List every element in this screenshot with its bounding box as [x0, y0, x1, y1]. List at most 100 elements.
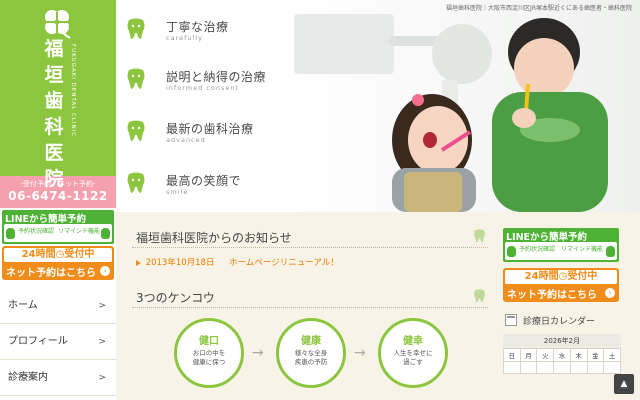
tooth-mascot-icon: [606, 246, 615, 257]
kenkou-circles: 健口 お口の中を 健康に保つ → 健康 様々な全身 疾患の予防 → 健幸 人生を…: [132, 318, 488, 400]
news-date: 2013年10月18日: [145, 258, 215, 268]
calendar-day-cell: [536, 361, 555, 374]
tooth-icon: [474, 289, 485, 303]
arrow-right-icon: ›: [605, 288, 615, 298]
weekday-wed: 水: [553, 348, 571, 362]
tooth-mascot-icon: [101, 228, 110, 239]
clinic-logo[interactable]: 福 垣 歯 科 医 院 FUKUGAKI DENTAL CLINIC: [0, 0, 116, 190]
circle-desc-line: 様々な全身: [294, 349, 328, 357]
tooth-icon: [127, 120, 145, 141]
chevron-right-icon: >: [98, 337, 106, 347]
side-nav: ホーム > プロフィール > 診療案内 >: [0, 288, 116, 396]
calendar-month: 2026年2月: [503, 334, 621, 348]
logo-char: 院: [44, 168, 64, 190]
logo-char: 福: [44, 38, 64, 60]
line-reservation-banner-right[interactable]: LINEから簡単予約 予約状況確認 リマインド機能: [503, 228, 619, 262]
news-header: 福垣歯科医院からのお知らせ: [132, 226, 488, 248]
scroll-to-top-button[interactable]: ▲: [614, 374, 634, 394]
right-column: LINEから簡単予約 予約状況確認 リマインド機能 24時間◷受付中 ネット予約…: [503, 228, 623, 374]
tooth-icon: [127, 172, 145, 193]
weekday-sun: 日: [503, 348, 521, 362]
logo-char: 科: [44, 116, 64, 138]
tooth-mascot-icon: [6, 228, 15, 239]
calendar-day-cell: [569, 361, 588, 374]
news-text: ホームページリニューアル！: [229, 258, 339, 268]
calendar-day-cell: [553, 361, 571, 374]
kenkou-header: 3つのケンコウ: [132, 286, 488, 308]
net-banner-top: 24時間◷受付中: [505, 270, 617, 284]
feature-subtitle: carefully: [166, 34, 203, 42]
hero-photo-children-brushing: [292, 0, 640, 212]
circle-desc-line: 疾患の予防: [294, 358, 328, 366]
news-section: 福垣歯科医院からのお知らせ 2013年10月18日 ホームページリニューアル！: [132, 226, 488, 272]
logo-char: 垣: [44, 64, 64, 86]
chevron-right-icon: >: [98, 373, 106, 383]
clinic-name-roman: FUKUGAKI DENTAL CLINIC: [70, 44, 76, 138]
line-banner-title: LINEから簡単予約: [5, 214, 87, 225]
weekday-fri: 金: [586, 348, 605, 362]
nav-item-label: プロフィール: [8, 336, 68, 347]
nav-item-label: ホーム: [8, 300, 38, 311]
calendar-day-cell: [586, 361, 605, 374]
sidebar: 福 垣 歯 科 医 院 FUKUGAKI DENTAL CLINIC -受付予約…: [0, 0, 116, 400]
nav-item-home[interactable]: ホーム >: [0, 288, 116, 324]
feature-title: 最新の歯科治療: [166, 122, 254, 136]
arrow-right-icon: →: [252, 345, 264, 361]
logo-char: 歯: [44, 90, 64, 112]
weekday-thu: 木: [569, 348, 588, 362]
calendar-day-cell: [503, 361, 521, 374]
clinic-calendar: 2026年2月 日 月 火 水 木 金 土: [503, 334, 621, 374]
feature-title: 説明と納得の治療: [166, 70, 267, 84]
weekday-sat: 土: [603, 348, 621, 362]
calendar-icon: [505, 314, 517, 326]
calendar-weekday-row: 日 月 火 水 木 金 土: [503, 348, 621, 362]
kenkou-heading: 3つのケンコウ: [136, 291, 215, 305]
net-banner-bottom: ネット予約はこちら: [6, 268, 96, 279]
calendar-day-cell: [519, 361, 538, 374]
kenkou-circle-mouth: 健口 お口の中を 健康に保つ: [174, 318, 244, 388]
kenkou-section: 3つのケンコウ 健口 お口の中を 健康に保つ → 健康 様々な全身 疾患の予防 …: [132, 286, 488, 400]
chevron-right-icon: >: [98, 301, 106, 311]
tooth-mascot-icon: [507, 246, 516, 257]
feature-subtitle: smile: [166, 188, 189, 196]
nav-item-treatment-guide[interactable]: 診療案内 >: [0, 360, 116, 396]
calendar-week-row: [503, 361, 621, 374]
weekday-tue: 火: [536, 348, 555, 362]
net-reservation-banner-right[interactable]: 24時間◷受付中 ネット予約はこちら ›: [503, 268, 619, 302]
arrow-right-icon: ›: [100, 266, 110, 276]
circle-title: 健口: [199, 336, 219, 347]
line-banner-sub-left: 予約状況確認: [18, 228, 55, 235]
nav-item-profile[interactable]: プロフィール >: [0, 324, 116, 360]
calendar-day-cell: [603, 361, 621, 374]
net-banner-top: 24時間◷受付中: [4, 248, 112, 262]
kenkou-circle-health: 健康 様々な全身 疾患の予防: [276, 318, 346, 388]
circle-title: 健幸: [403, 336, 423, 347]
tooth-icon: [127, 18, 145, 39]
feature-title: 丁寧な治療: [166, 20, 229, 34]
net-reservation-banner[interactable]: 24時間◷受付中 ネット予約はこちら ›: [2, 246, 114, 280]
nav-item-label: 診療案内: [8, 372, 48, 383]
feature-subtitle: advanced: [166, 136, 206, 144]
clinic-name-vertical: 福 垣 歯 科 医 院: [44, 36, 64, 192]
line-reservation-banner[interactable]: LINEから簡単予約 予約状況確認 リマインド機能: [2, 210, 114, 244]
news-item[interactable]: 2013年10月18日 ホームページリニューアル！: [132, 256, 488, 272]
circle-desc-line: お口の中を: [192, 349, 226, 357]
hero-section: 福垣歯科医院｜大阪市西淀川区JR塚本駅近くにある歯医者・歯科医院 丁寧な治療 c…: [116, 0, 640, 212]
calendar-header: 診療日カレンダー: [503, 310, 623, 330]
line-banner-sub-left: 予約状況確認: [519, 246, 556, 253]
tooth-icon: [127, 68, 145, 89]
logo-char: 医: [44, 142, 64, 164]
calendar-heading: 診療日カレンダー: [523, 317, 596, 327]
circle-title: 健康: [301, 336, 321, 347]
circle-desc-line: 人生を幸せに: [393, 349, 433, 357]
kenkou-circle-happiness: 健幸 人生を幸せに 過ごす: [378, 318, 448, 388]
circle-desc-line: 健康に保つ: [192, 358, 226, 366]
circle-desc-line: 過ごす: [403, 358, 423, 366]
feature-title: 最高の笑顔で: [166, 174, 242, 188]
tooth-icon: [474, 229, 485, 243]
arrow-right-icon: →: [354, 345, 366, 361]
line-banner-title: LINEから簡単予約: [506, 232, 588, 243]
weekday-mon: 月: [519, 348, 538, 362]
bullet-arrow-icon: [136, 259, 141, 266]
feature-subtitle: informed consent: [166, 84, 239, 92]
